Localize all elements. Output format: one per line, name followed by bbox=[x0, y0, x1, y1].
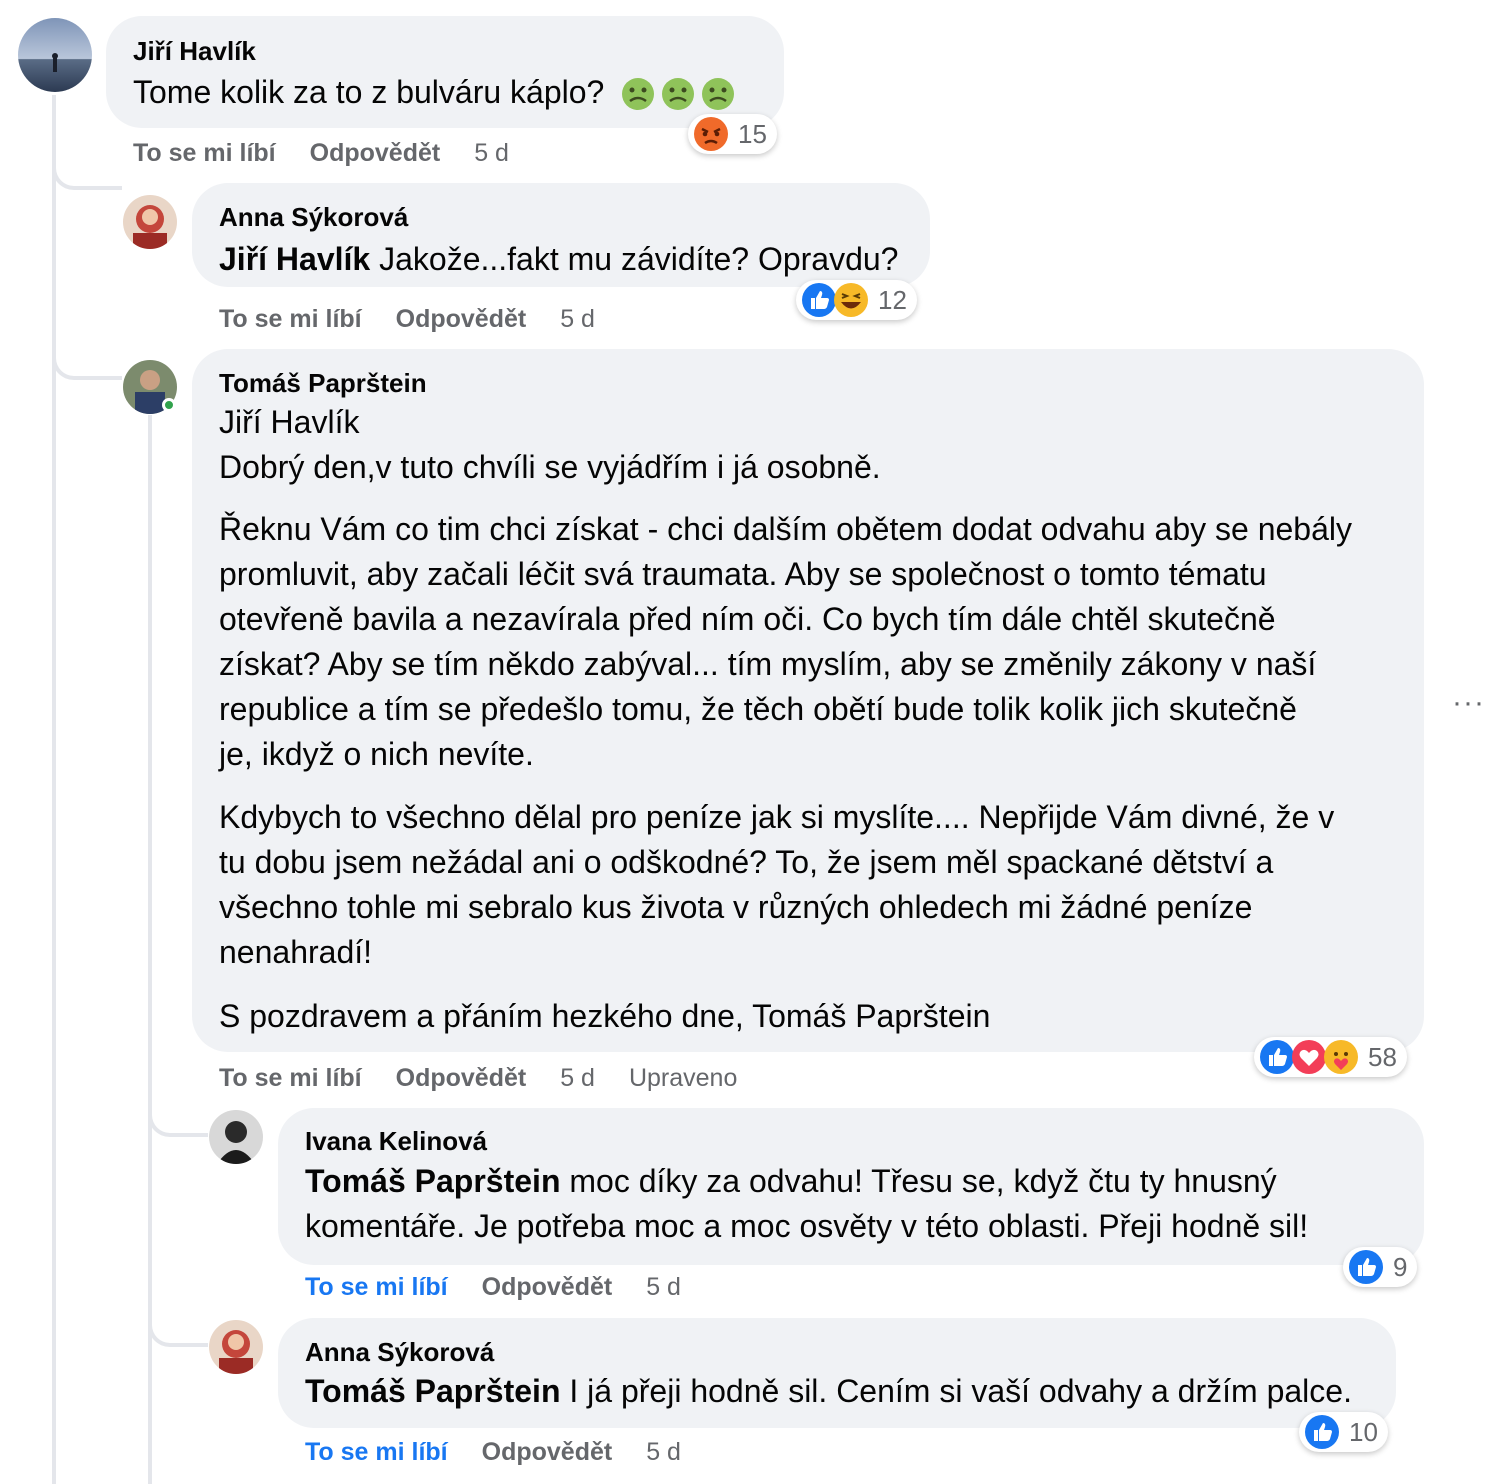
more-options-icon[interactable]: ··· bbox=[1452, 688, 1485, 718]
avatar-ivana-kelinova[interactable] bbox=[209, 1110, 263, 1164]
comment-text-line: promluvit, aby začali léčit svá traumata… bbox=[219, 556, 1267, 592]
like-button[interactable]: To se mi líbí bbox=[305, 1438, 448, 1467]
comment-body: I já přeji hodně sil. Cením si vaší odva… bbox=[560, 1373, 1352, 1409]
reaction-count: 9 bbox=[1393, 1251, 1408, 1282]
comment-text: Tomáš Paprštein moc díky za odvahu! Třes… bbox=[305, 1159, 1277, 1204]
reply-button[interactable]: Odpovědět bbox=[396, 1064, 527, 1093]
comment-timestamp[interactable]: 5 d bbox=[474, 139, 509, 168]
thread-line-main bbox=[52, 95, 56, 1484]
comment-actions: To se mi líbí Odpovědět 5 d bbox=[219, 305, 629, 334]
comment-text-line: všechno tohle mi sebralo kus života v rů… bbox=[219, 889, 1253, 925]
comment-timestamp[interactable]: 5 d bbox=[646, 1273, 681, 1302]
comment-body: Jakože...fakt mu závidíte? Opravdu? bbox=[370, 241, 899, 277]
nauseated-face-icon bbox=[661, 77, 695, 123]
like-button[interactable]: To se mi líbí bbox=[133, 139, 276, 168]
edited-label: Upraveno bbox=[628, 1064, 738, 1092]
reaction-count: 10 bbox=[1349, 1416, 1378, 1447]
like-button[interactable]: To se mi líbí bbox=[219, 305, 362, 334]
comment-text: Tome kolik za to z bulváru káplo? bbox=[133, 70, 735, 123]
comment-author[interactable]: Jiří Havlík bbox=[133, 36, 256, 67]
comment-text: Tomáš Paprštein I já přeji hodně sil. Ce… bbox=[305, 1369, 1352, 1414]
like-reaction-icon bbox=[1305, 1415, 1339, 1449]
comment-timestamp[interactable]: 5 d bbox=[646, 1438, 681, 1467]
reaction-summary[interactable]: 9 bbox=[1343, 1247, 1418, 1287]
like-reaction-icon bbox=[1349, 1250, 1383, 1284]
mention-link[interactable]: Jiří Havlík bbox=[219, 241, 370, 277]
haha-reaction-icon bbox=[834, 283, 868, 317]
reaction-count: 12 bbox=[878, 284, 907, 315]
nauseated-face-icon bbox=[621, 77, 655, 123]
reply-button[interactable]: Odpovědět bbox=[482, 1273, 613, 1302]
comment-text: Jiří Havlík Jakože...fakt mu závidíte? O… bbox=[219, 237, 898, 282]
mention-link[interactable]: Tomáš Paprštein bbox=[305, 1373, 560, 1409]
comment-body: Tome kolik za to z bulváru káplo? bbox=[133, 74, 605, 110]
reaction-summary[interactable]: 12 bbox=[796, 280, 917, 320]
comment-author[interactable]: Ivana Kelinová bbox=[305, 1126, 487, 1157]
comment-author[interactable]: Anna Sýkorová bbox=[305, 1337, 494, 1368]
like-button[interactable]: To se mi líbí bbox=[219, 1064, 362, 1093]
comment-actions: To se mi líbí Odpovědět 5 d Upraveno bbox=[219, 1064, 771, 1093]
avatar-anna-sykorova[interactable] bbox=[123, 195, 177, 249]
comment-actions: To se mi líbí Odpovědět 5 d bbox=[305, 1438, 715, 1467]
reply-button[interactable]: Odpovědět bbox=[482, 1438, 613, 1467]
comment-text-line: republice a tím se předešlo tomu, že těc… bbox=[219, 691, 1297, 727]
angry-reaction-icon bbox=[694, 117, 728, 151]
comment-timestamp[interactable]: 5 d bbox=[560, 305, 595, 334]
comment-timestamp[interactable]: 5 d bbox=[560, 1064, 595, 1093]
comment-text-line[interactable]: Jiří Havlík bbox=[219, 400, 359, 445]
thread-elbow-reply-3 bbox=[148, 1095, 208, 1137]
thread-elbow-reply-4 bbox=[148, 1305, 208, 1347]
comment-text: komentáře. Je potřeba moc a moc osvěty v… bbox=[305, 1208, 1309, 1244]
reaction-count: 15 bbox=[738, 118, 767, 149]
reaction-summary[interactable]: 58 bbox=[1254, 1037, 1407, 1077]
reaction-count: 58 bbox=[1368, 1041, 1397, 1072]
comment-author[interactable]: Anna Sýkorová bbox=[219, 202, 408, 233]
comment-actions: To se mi líbí Odpovědět 5 d bbox=[305, 1273, 715, 1302]
comment-text-line: Dobrý den,v tuto chvíli se vyjádřím i já… bbox=[219, 449, 881, 485]
comment-text-line: otevřeně bavila a nezavírala před ním oč… bbox=[219, 601, 1276, 637]
comment-text-line: je, ikdyž o nich nevíte. bbox=[219, 736, 534, 772]
comment-text-line: Řeknu Vám co tim chci získat - chci dalš… bbox=[219, 511, 1352, 547]
reply-button[interactable]: Odpovědět bbox=[396, 305, 527, 334]
avatar-jiri-havlik[interactable] bbox=[18, 18, 92, 92]
avatar-anna-sykorova[interactable] bbox=[209, 1320, 263, 1374]
comment-text-line: získat? Aby se tím někdo zabýval... tím … bbox=[219, 646, 1317, 682]
reaction-summary[interactable]: 10 bbox=[1299, 1412, 1388, 1452]
reply-button[interactable]: Odpovědět bbox=[310, 139, 441, 168]
mention-link[interactable]: Tomáš Paprštein bbox=[305, 1163, 560, 1199]
care-reaction-icon bbox=[1324, 1040, 1358, 1074]
thread-elbow-reply-1 bbox=[52, 150, 122, 190]
thread-elbow-reply-2 bbox=[52, 330, 122, 380]
comment-text-line: nenahradí! bbox=[219, 934, 373, 970]
reaction-summary[interactable]: 15 bbox=[688, 114, 777, 154]
comment-text-line: S pozdravem a přáním hezkého dne, Tomáš … bbox=[219, 998, 991, 1034]
comment-text-line: tu dobu jsem nežádal ani o odškodné? To,… bbox=[219, 844, 1274, 880]
comment-text-line: Kdybych to všechno dělal pro peníze jak … bbox=[219, 799, 1335, 835]
comment-body: moc díky za odvahu! Třesu se, když čtu t… bbox=[560, 1163, 1277, 1199]
comment-actions: To se mi líbí Odpovědět 5 d bbox=[133, 139, 543, 168]
comment-author[interactable]: Tomáš Paprštein bbox=[219, 368, 427, 399]
like-button[interactable]: To se mi líbí bbox=[305, 1273, 448, 1302]
online-status-icon bbox=[162, 398, 176, 412]
